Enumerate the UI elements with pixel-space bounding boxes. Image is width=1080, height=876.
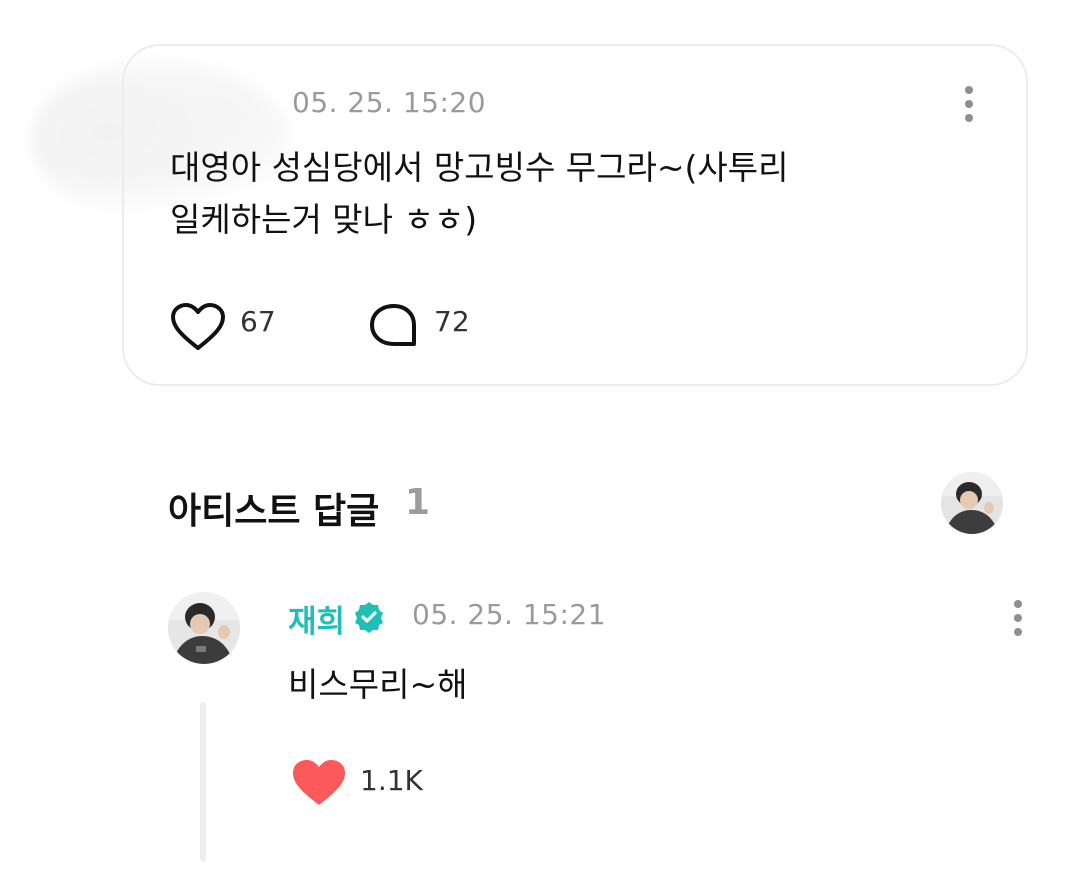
- comment-page: 05. 25. 15:20 대영아 성심당에서 망고빙수 무그라~(사투리 일케…: [0, 0, 1080, 876]
- post-comment-count: 72: [434, 305, 470, 338]
- verified-badge-icon: [355, 602, 383, 633]
- post-like-count: 67: [240, 305, 276, 338]
- reply-author-avatar[interactable]: [168, 592, 240, 664]
- reply-like-count: 1.1K: [360, 764, 423, 797]
- reply-author-name[interactable]: 재희: [288, 596, 345, 641]
- artist-replies-heading: 아티스트 답글: [168, 491, 380, 532]
- reply-thread-line: [200, 702, 206, 862]
- artist-replies-count: 1: [405, 482, 431, 523]
- reply-text: 비스무리~해: [288, 665, 468, 704]
- reply-more-options-icon[interactable]: [1013, 600, 1023, 636]
- heart-outline-icon[interactable]: [170, 302, 226, 352]
- post-text: 대영아 성심당에서 망고빙수 무그라~(사투리 일케하는거 맞나 ㅎㅎ): [170, 148, 789, 239]
- speech-bubble-icon[interactable]: [368, 302, 420, 350]
- artist-avatar[interactable]: [941, 472, 1003, 534]
- reply-timestamp: 05. 25. 15:21: [412, 598, 607, 631]
- more-options-icon[interactable]: [964, 86, 974, 122]
- heart-filled-icon[interactable]: [291, 758, 347, 808]
- post-timestamp: 05. 25. 15:20: [292, 86, 487, 119]
